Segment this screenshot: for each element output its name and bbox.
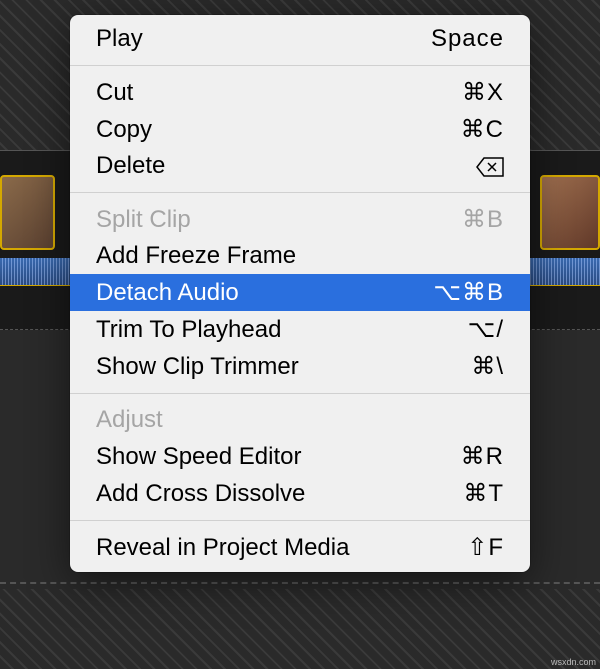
menu-item-shortcut: Space bbox=[431, 25, 504, 53]
menu-item-label: Split Clip bbox=[96, 206, 191, 234]
menu-item-label: Detach Audio bbox=[96, 279, 239, 307]
menu-item-label: Add Freeze Frame bbox=[96, 242, 296, 270]
menu-separator bbox=[70, 393, 530, 394]
menu-item-cut[interactable]: Cut ⌘X bbox=[70, 74, 530, 111]
menu-item-label: Delete bbox=[96, 152, 165, 180]
menu-item-label: Add Cross Dissolve bbox=[96, 480, 305, 508]
watermark: wsxdn.com bbox=[551, 657, 596, 667]
backspace-icon bbox=[476, 152, 504, 180]
menu-item-shortcut: ⇧F bbox=[467, 533, 504, 562]
menu-item-shortcut: ⌘T bbox=[463, 479, 504, 508]
menu-item-add-freeze-frame[interactable]: Add Freeze Frame bbox=[70, 238, 530, 274]
menu-item-label: Cut bbox=[96, 79, 133, 107]
menu-item-trim-to-playhead[interactable]: Trim To Playhead ⌥/ bbox=[70, 311, 530, 348]
menu-item-label: Reveal in Project Media bbox=[96, 534, 349, 562]
menu-item-label: Adjust bbox=[96, 406, 163, 434]
menu-separator bbox=[70, 65, 530, 66]
clip-thumbnail-left[interactable] bbox=[0, 175, 55, 250]
menu-item-shortcut: ⌘B bbox=[462, 205, 504, 234]
menu-item-shortcut: ⌥⌘B bbox=[433, 278, 504, 307]
menu-item-shortcut: ⌘C bbox=[461, 115, 504, 144]
stripes-bottom bbox=[0, 589, 600, 669]
menu-separator bbox=[70, 520, 530, 521]
menu-item-label: Copy bbox=[96, 116, 152, 144]
menu-item-shortcut: ⌘X bbox=[462, 78, 504, 107]
clip-thumbnail-right[interactable] bbox=[540, 175, 600, 250]
menu-item-shortcut: ⌥/ bbox=[468, 315, 504, 344]
menu-item-adjust: Adjust bbox=[70, 402, 530, 438]
menu-item-shortcut: ⌘R bbox=[461, 442, 504, 471]
menu-item-label: Play bbox=[96, 25, 143, 53]
menu-separator bbox=[70, 192, 530, 193]
menu-item-show-speed-editor[interactable]: Show Speed Editor ⌘R bbox=[70, 438, 530, 475]
menu-item-copy[interactable]: Copy ⌘C bbox=[70, 111, 530, 148]
menu-item-add-cross-dissolve[interactable]: Add Cross Dissolve ⌘T bbox=[70, 475, 530, 512]
dashed-divider bbox=[0, 582, 600, 584]
menu-item-shortcut: ⌘\ bbox=[471, 352, 504, 381]
context-menu: Play Space Cut ⌘X Copy ⌘C Delete Split Clip ⌘B Ad… bbox=[70, 15, 530, 572]
menu-item-detach-audio[interactable]: Detach Audio ⌥⌘B bbox=[70, 274, 530, 311]
menu-item-delete[interactable]: Delete bbox=[70, 148, 530, 184]
menu-item-show-clip-trimmer[interactable]: Show Clip Trimmer ⌘\ bbox=[70, 348, 530, 385]
menu-item-label: Show Speed Editor bbox=[96, 443, 301, 471]
menu-item-split-clip: Split Clip ⌘B bbox=[70, 201, 530, 238]
menu-item-play[interactable]: Play Space bbox=[70, 21, 530, 57]
menu-item-label: Show Clip Trimmer bbox=[96, 353, 299, 381]
menu-item-label: Trim To Playhead bbox=[96, 316, 281, 344]
menu-item-reveal-in-project-media[interactable]: Reveal in Project Media ⇧F bbox=[70, 529, 530, 566]
